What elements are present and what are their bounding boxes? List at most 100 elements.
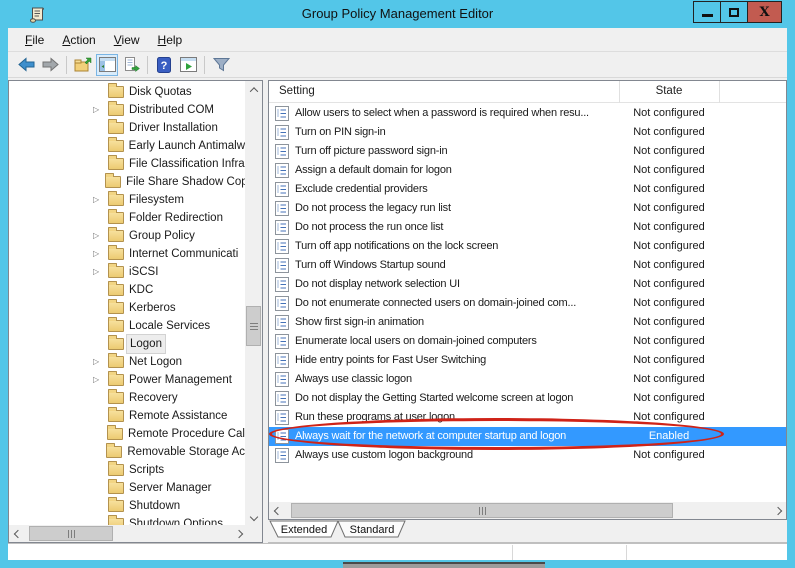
setting-row[interactable]: Enumerate local users on domain-joined c… (269, 332, 786, 351)
setting-state: Not configured (619, 256, 719, 275)
tree-item[interactable]: Remote Procedure Cal (9, 425, 245, 443)
maximize-button[interactable] (721, 1, 748, 23)
scroll-left-button[interactable] (269, 502, 286, 519)
scroll-up-button[interactable] (245, 81, 262, 98)
tree-item[interactable]: Power Management (9, 371, 245, 389)
tree-item[interactable]: Filesystem (9, 191, 245, 209)
expand-arrow-icon[interactable] (93, 245, 102, 263)
tree-vertical-scrollbar[interactable] (245, 81, 262, 525)
filter-icon (213, 57, 230, 72)
setting-row[interactable]: Turn on PIN sign-in Not configured (269, 123, 786, 142)
close-button[interactable]: X (748, 1, 782, 23)
setting-row[interactable]: Run these programs at user logon Not con… (269, 408, 786, 427)
chevron-up-icon (249, 87, 257, 95)
tree-item[interactable]: KDC (9, 281, 245, 299)
menu-item[interactable]: View (105, 31, 149, 49)
policy-setting-icon (275, 106, 289, 121)
forward-button[interactable] (39, 54, 61, 76)
expand-arrow-icon[interactable] (93, 191, 102, 209)
tree-item[interactable]: Server Manager (9, 479, 245, 497)
up-one-level-button[interactable] (72, 54, 94, 76)
tree-item-label: Net Logon (129, 353, 182, 371)
console-tree-pane: Disk Quotas Distributed COM Driver Insta… (8, 80, 263, 543)
menu-item[interactable]: File (16, 31, 53, 49)
tree-item[interactable]: Recovery (9, 389, 245, 407)
tree-item[interactable]: Removable Storage Ac (9, 443, 245, 461)
list-hscroll-thumb[interactable] (291, 503, 673, 518)
tree-item[interactable]: Disk Quotas (9, 83, 245, 101)
folder-icon (108, 338, 124, 350)
tree-item[interactable]: iSCSI (9, 263, 245, 281)
setting-name: Do not display the Getting Started welco… (295, 389, 625, 408)
tree-horizontal-scrollbar[interactable] (9, 525, 247, 542)
tree-item[interactable]: Scripts (9, 461, 245, 479)
export-list-button[interactable] (120, 54, 142, 76)
setting-row[interactable]: Do not process the run once list Not con… (269, 218, 786, 237)
folder-icon (108, 104, 124, 116)
tree-item[interactable]: Group Policy (9, 227, 245, 245)
setting-row[interactable]: Assign a default domain for logon Not co… (269, 161, 786, 180)
back-button[interactable] (15, 54, 37, 76)
tree-item[interactable]: Driver Installation (9, 119, 245, 137)
setting-row[interactable]: Do not display the Getting Started welco… (269, 389, 786, 408)
tree-item[interactable]: Kerberos (9, 299, 245, 317)
setting-row[interactable]: Turn off Windows Startup sound Not confi… (269, 256, 786, 275)
setting-row[interactable]: Hide entry points for Fast User Switchin… (269, 351, 786, 370)
minimize-button[interactable] (693, 1, 721, 23)
console-tree-icon (99, 57, 116, 72)
column-divider[interactable] (619, 81, 620, 103)
filter-button[interactable] (210, 54, 232, 76)
console-tree-toggle-button[interactable] (96, 54, 118, 76)
tree-item[interactable]: Internet Communicati (9, 245, 245, 263)
tree-item[interactable]: Shutdown (9, 497, 245, 515)
expand-arrow-icon[interactable] (93, 263, 102, 281)
tree-item[interactable]: Folder Redirection (9, 209, 245, 227)
setting-row[interactable]: Allow users to select when a password is… (269, 104, 786, 123)
expand-arrow-icon[interactable] (93, 101, 102, 119)
column-header-state[interactable]: State (619, 81, 719, 102)
tree-item[interactable]: Shutdown Options (9, 515, 245, 525)
column-divider[interactable] (719, 81, 720, 103)
setting-row[interactable]: Exclude credential providers Not configu… (269, 180, 786, 199)
action-pane-toggle-button[interactable] (177, 54, 199, 76)
setting-name: Assign a default domain for logon (295, 161, 625, 180)
tree-item[interactable]: Early Launch Antimalw (9, 137, 245, 155)
tree-vscroll-thumb[interactable] (246, 306, 261, 346)
expand-arrow-icon[interactable] (93, 371, 102, 389)
setting-state: Not configured (619, 389, 719, 408)
setting-row[interactable]: Always use classic logon Not configured (269, 370, 786, 389)
column-header-setting[interactable]: Setting (279, 81, 315, 102)
expand-arrow-icon[interactable] (93, 227, 102, 245)
tree-item[interactable]: Logon (9, 335, 245, 353)
setting-row[interactable]: Turn off picture password sign-in Not co… (269, 142, 786, 161)
tab-extended-label[interactable]: Extended (281, 524, 327, 536)
policy-setting-icon (275, 201, 289, 216)
setting-row[interactable]: Do not enumerate connected users on doma… (269, 294, 786, 313)
minimize-icon (702, 14, 713, 17)
tab-standard-label[interactable]: Standard (350, 524, 395, 536)
tree-item[interactable]: Net Logon (9, 353, 245, 371)
tree-item[interactable]: File Classification Infra (9, 155, 245, 173)
scroll-down-button[interactable] (245, 508, 262, 525)
menu-item[interactable]: Action (53, 31, 104, 49)
titlebar[interactable]: Group Policy Management Editor X (0, 0, 795, 28)
scroll-right-button[interactable] (769, 502, 786, 519)
setting-row[interactable]: Do not display network selection UI Not … (269, 275, 786, 294)
tree-item[interactable]: Distributed COM (9, 101, 245, 119)
menu-item[interactable]: Help (149, 31, 192, 49)
tree-item[interactable]: File Share Shadow Cop (9, 173, 245, 191)
list-horizontal-scrollbar[interactable] (269, 502, 786, 519)
help-button[interactable]: ? (153, 54, 175, 76)
tree-item[interactable]: Locale Services (9, 317, 245, 335)
setting-row[interactable]: Always wait for the network at computer … (269, 427, 786, 446)
setting-row[interactable]: Show first sign-in animation Not configu… (269, 313, 786, 332)
setting-row[interactable]: Do not process the legacy run list Not c… (269, 199, 786, 218)
thumb-grip (250, 323, 258, 330)
tree-item[interactable]: Remote Assistance (9, 407, 245, 425)
setting-row[interactable]: Always use custom logon background Not c… (269, 446, 786, 465)
setting-name: Turn off picture password sign-in (295, 142, 625, 161)
expand-arrow-icon[interactable] (93, 353, 102, 371)
setting-row[interactable]: Turn off app notifications on the lock s… (269, 237, 786, 256)
tree-hscroll-thumb[interactable] (29, 526, 113, 541)
scroll-left-button[interactable] (9, 525, 26, 542)
